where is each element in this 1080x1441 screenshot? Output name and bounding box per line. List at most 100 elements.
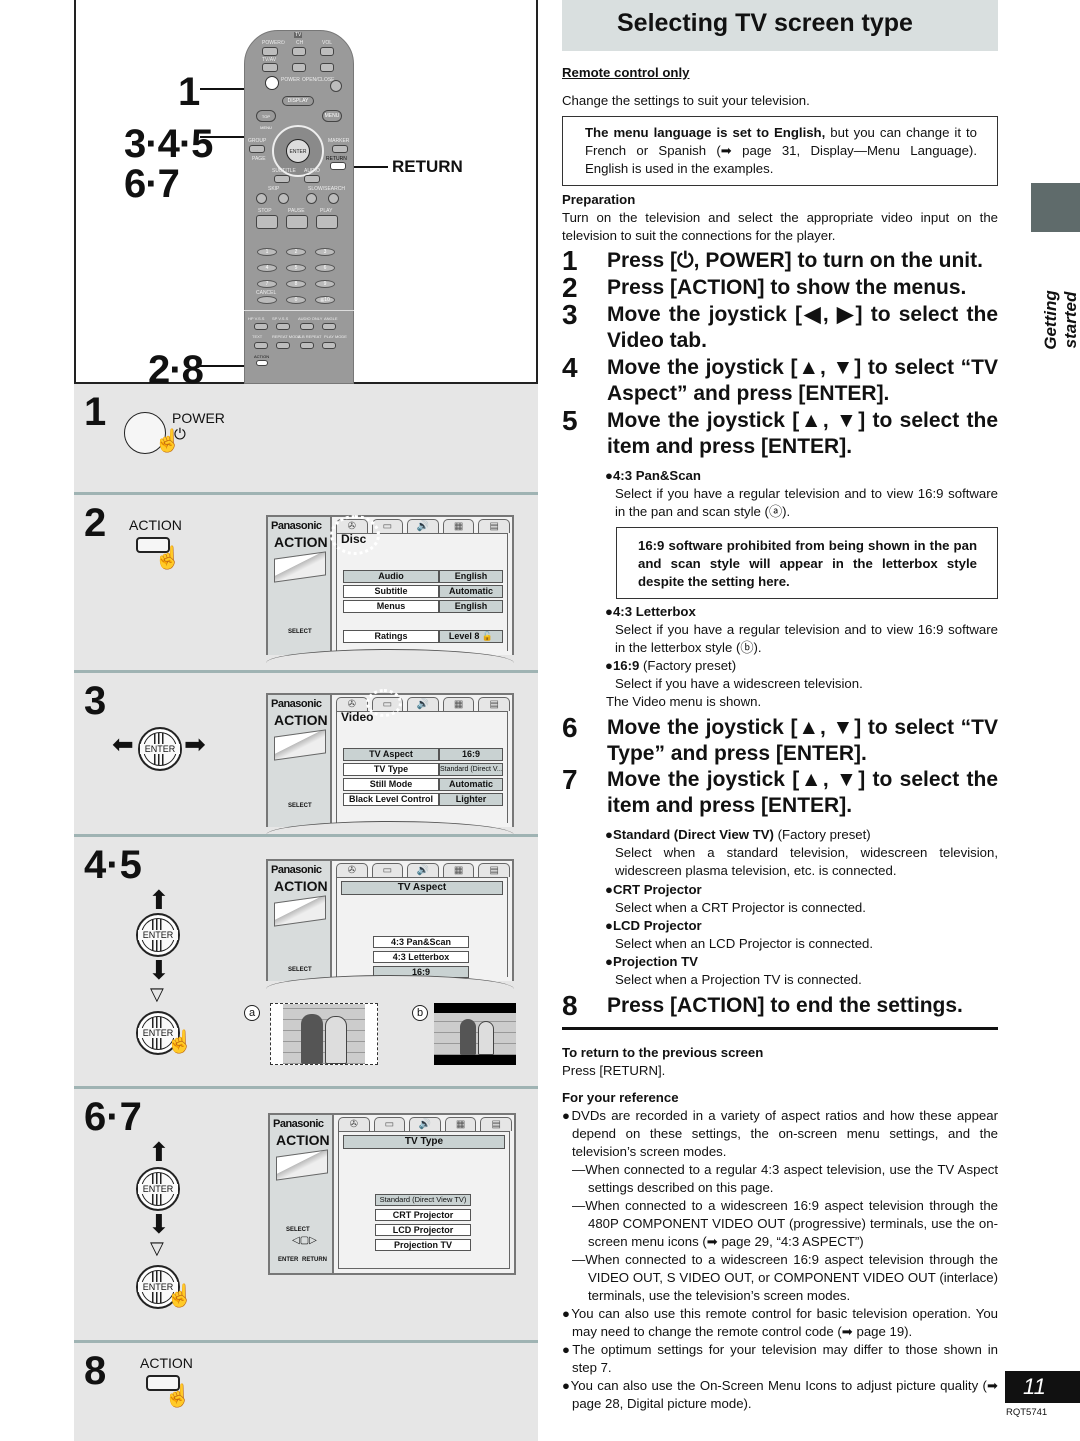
section-divider [562, 1027, 998, 1030]
osd-row[interactable]: Still Mode Automatic [343, 778, 503, 791]
osd-row[interactable]: Black Level Control Lighter [343, 793, 503, 806]
number-button[interactable]: 1 [257, 248, 277, 256]
number-button[interactable]: 3 [315, 248, 335, 256]
pan-scan-illustration [270, 1003, 378, 1065]
osd-option[interactable]: 4:3 Letterbox [373, 951, 469, 963]
number-button[interactable]: 0 [286, 296, 306, 304]
tab-other-icon[interactable]: ▤ [478, 863, 510, 877]
video-menu-shown-text: The Video menu is shown. [606, 694, 762, 709]
osd-option[interactable]: 4:3 Pan&Scan [373, 936, 469, 948]
reference-item: —When connected to a regular 4:3 aspect … [572, 1162, 998, 1195]
osd-row[interactable]: TV Type Standard (Direct V... [343, 763, 503, 776]
repeat-mode-button[interactable] [276, 342, 290, 349]
audio-button[interactable] [304, 175, 320, 183]
tab-other-icon[interactable]: ▤ [480, 1117, 512, 1131]
tab-disc-icon[interactable]: ✇ [336, 863, 368, 877]
osd-option[interactable]: Projection TV [375, 1239, 471, 1251]
tv-av-button[interactable] [262, 63, 278, 72]
search-forward-button[interactable] [328, 193, 339, 204]
volume-down-button[interactable] [320, 63, 334, 72]
player-illustration [274, 729, 326, 761]
tab-display-icon[interactable]: ▦ [442, 863, 475, 877]
enter-button[interactable]: ENTER [286, 139, 310, 163]
play-mode-button[interactable] [322, 342, 336, 349]
tab-disc-icon[interactable]: ✇ [336, 697, 368, 711]
number-button[interactable]: 4 [257, 264, 277, 272]
osd-option[interactable]: LCD Projector [375, 1224, 471, 1236]
tv-type-option: ●LCD Projector Select when an LCD Projec… [605, 918, 874, 951]
number-button[interactable]: 7 [257, 280, 277, 288]
ab-repeat-button[interactable] [300, 342, 314, 349]
skip-forward-button[interactable] [278, 193, 289, 204]
label-b: b [412, 1005, 428, 1021]
osd-video-menu: Panasonic ACTION SELECT ✇ ▭ 🔊 ▦ ▤ Video … [266, 689, 514, 835]
reference-item: ●The optimum settings for your televisio… [562, 1342, 998, 1375]
number-button[interactable]: 9 [315, 280, 335, 288]
subtitle-button[interactable] [274, 175, 290, 183]
menu-button[interactable]: MENU [322, 110, 342, 122]
tab-display-icon[interactable]: ▦ [444, 1117, 477, 1131]
number-button[interactable]: ≧10 [315, 296, 335, 304]
sp-vss-button[interactable] [276, 323, 290, 330]
page-title-bar: Selecting TV screen type [562, 0, 998, 51]
tab-audio-icon[interactable]: 🔊 [407, 519, 439, 533]
tab-display-icon[interactable]: ▦ [442, 519, 475, 533]
tab-other-icon[interactable]: ▤ [478, 519, 510, 533]
cancel-button[interactable] [257, 296, 277, 304]
play-button[interactable] [316, 215, 338, 229]
return-callout-label: RETURN [392, 157, 463, 176]
osd-submenu-title: TV Aspect [341, 881, 503, 895]
stop-button[interactable] [256, 215, 278, 229]
pause-button[interactable] [286, 215, 308, 229]
osd-submenu-title: TV Type [343, 1135, 505, 1149]
osd-option[interactable]: CRT Projector [375, 1209, 471, 1221]
tab-video-icon[interactable]: ▭ [371, 863, 404, 877]
osd-aspect-menu: Panasonic ACTION SELECT ✇ ▭ 🔊 ▦ ▤ TV Asp… [266, 859, 514, 989]
open-close-button[interactable] [330, 80, 342, 92]
tab-other-icon[interactable]: ▤ [478, 697, 510, 711]
search-back-button[interactable] [306, 193, 317, 204]
osd-row[interactable]: Audio English [343, 570, 503, 583]
letterbox-illustration [434, 1003, 516, 1065]
hp-vss-button[interactable] [254, 323, 268, 330]
tab-video-icon[interactable]: ▭ [373, 1117, 406, 1131]
step-number: 6·7 [84, 1095, 142, 1139]
tab-disc-icon[interactable]: ✇ [338, 1117, 370, 1131]
text-button[interactable] [254, 342, 268, 349]
tab-audio-icon[interactable]: 🔊 [407, 863, 439, 877]
power-button[interactable] [265, 76, 279, 90]
group-button[interactable] [249, 145, 265, 153]
osd-option[interactable]: Standard (Direct View TV) [375, 1194, 471, 1206]
channel-down-button[interactable] [292, 63, 306, 72]
audio-only-button[interactable] [300, 323, 314, 330]
tab-audio-icon[interactable]: 🔊 [407, 697, 439, 711]
osd-row[interactable]: TV Aspect 16:9 [343, 748, 503, 761]
number-button[interactable]: 5 [286, 264, 306, 272]
osd-row[interactable]: Ratings Level 8 🔓 [343, 630, 503, 643]
display-button[interactable]: DISPLAY [282, 96, 314, 106]
arrow-up-icon: ⬆ [148, 1137, 170, 1167]
tv-power-button[interactable] [262, 47, 278, 56]
number-button[interactable]: 2 [286, 248, 306, 256]
channel-up-button[interactable] [292, 47, 306, 56]
number-button[interactable]: 6 [315, 264, 335, 272]
top-menu-button[interactable]: TOP MENU [256, 110, 276, 130]
page-title: Selecting TV screen type [617, 9, 913, 37]
angle-button[interactable] [322, 323, 336, 330]
osd-row[interactable]: Menus English [343, 600, 503, 613]
step-1-panel: 1 ☝ POWER ⏻ [74, 384, 538, 492]
osd-type-menu: Panasonic ACTION SELECT ◁▢▷ ENTER RETURN… [268, 1113, 516, 1275]
volume-up-button[interactable] [320, 47, 334, 56]
tab-display-icon[interactable]: ▦ [442, 697, 475, 711]
osd-row[interactable]: Subtitle Automatic [343, 585, 503, 598]
number-button[interactable]: 8 [286, 280, 306, 288]
arrow-down-icon: ⬇ [148, 955, 170, 985]
tab-audio-icon[interactable]: 🔊 [409, 1117, 441, 1131]
arrow-up-icon: ⬆ [148, 885, 170, 915]
return-button[interactable] [330, 162, 346, 170]
step-3-panel: 3 ⬅ ENTER ➡ Panasonic ACTION SELECT ✇ ▭ … [74, 670, 538, 835]
skip-back-button[interactable] [256, 193, 267, 204]
marker-button[interactable] [332, 145, 348, 153]
highlight-ring [366, 689, 402, 717]
action-button[interactable] [256, 360, 268, 366]
